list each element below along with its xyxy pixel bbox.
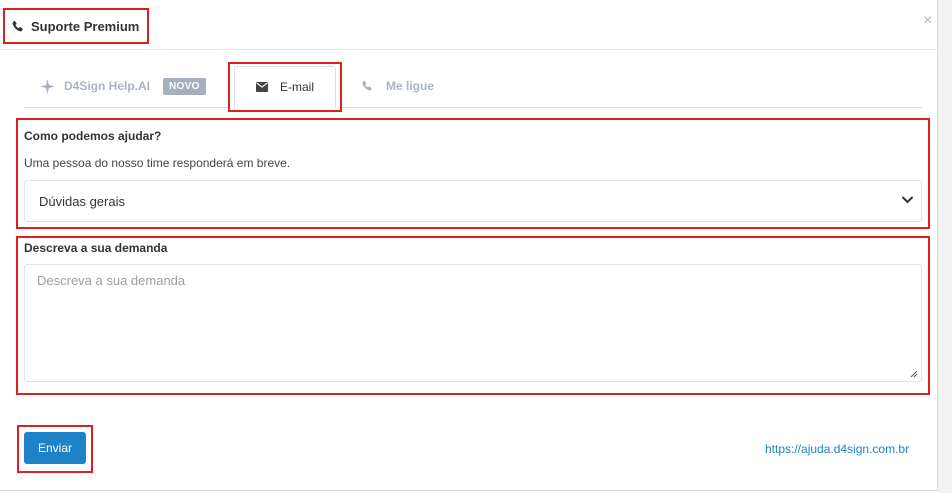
topic-select[interactable]: Dúvidas gerais xyxy=(24,180,922,222)
phone-icon xyxy=(362,80,372,91)
description-placeholder: Descreva a sua demanda xyxy=(37,273,186,288)
phone-icon xyxy=(12,20,23,31)
tab-email-label: E-mail xyxy=(279,80,314,94)
modal-title-text: Suporte Premium xyxy=(31,18,140,34)
description-label: Descreva a sua demanda xyxy=(24,241,168,255)
modal-backdrop xyxy=(938,0,952,493)
tab-call-me[interactable]: Me ligue xyxy=(361,64,434,108)
help-topic-label: Como podemos ajudar? xyxy=(24,129,162,143)
support-modal: Suporte Premium × D4Sign Help.AI NOVO E-… xyxy=(0,0,938,491)
tab-help-ai-label: D4Sign Help.AI xyxy=(64,79,151,93)
send-button[interactable]: Enviar xyxy=(24,432,86,464)
support-tabs: D4Sign Help.AI NOVO E-mail Me ligue xyxy=(24,62,922,112)
help-center-link[interactable]: https://ajuda.d4sign.com.br xyxy=(765,442,909,456)
help-topic-subtext: Uma pessoa do nosso time responderá em b… xyxy=(24,156,291,170)
new-badge: NOVO xyxy=(163,77,206,95)
modal-title: Suporte Premium xyxy=(3,8,149,44)
resize-handle-icon[interactable] xyxy=(910,370,918,378)
help-topic-section: Como podemos ajudar? Uma pessoa do nosso… xyxy=(16,118,930,229)
tab-help-ai[interactable]: D4Sign Help.AI NOVO xyxy=(40,64,206,108)
tab-call-me-label: Me ligue xyxy=(386,79,435,93)
description-textarea[interactable]: Descreva a sua demanda xyxy=(24,264,922,382)
topic-select-value: Dúvidas gerais xyxy=(39,193,125,209)
close-button[interactable]: × xyxy=(923,13,932,29)
tab-email[interactable]: E-mail xyxy=(228,62,342,112)
modal-header: Suporte Premium × xyxy=(0,0,938,50)
tab-email-content: E-mail xyxy=(255,80,314,94)
sparkle-icon xyxy=(40,78,55,94)
envelope-icon xyxy=(255,82,268,92)
chevron-down-icon xyxy=(902,196,913,204)
description-section: Descreva a sua demanda Descreva a sua de… xyxy=(16,236,930,395)
